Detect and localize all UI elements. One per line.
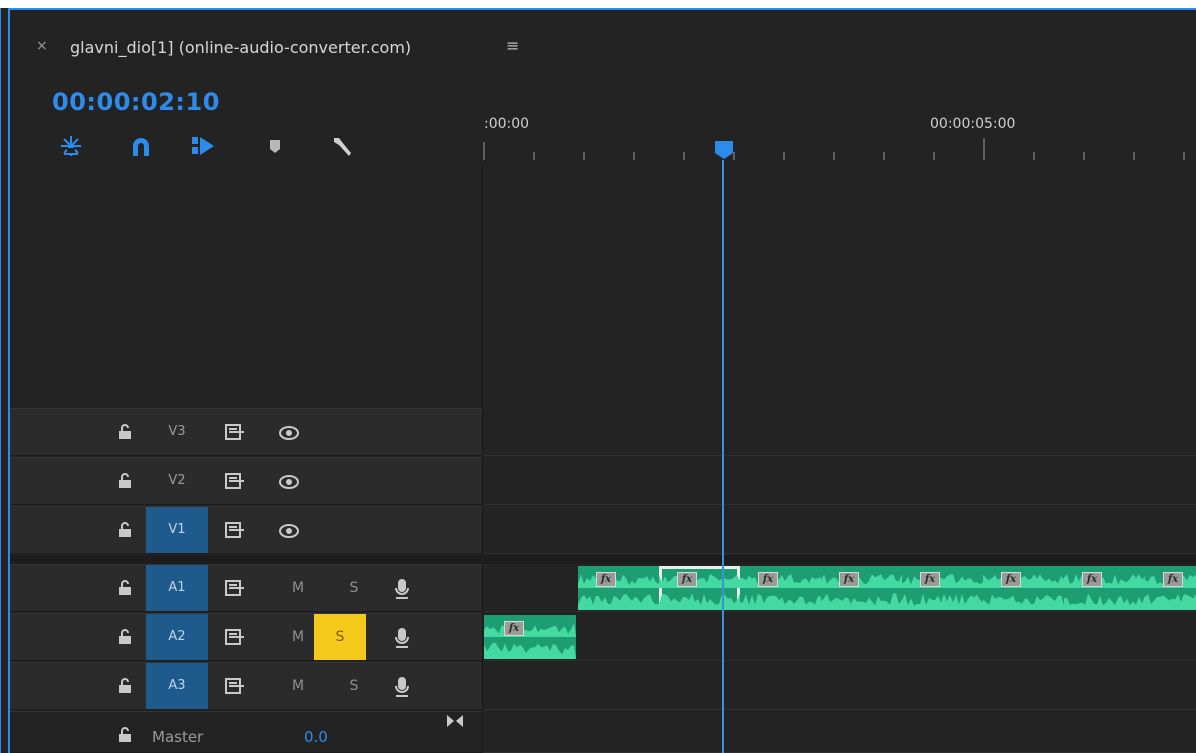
- track-label-a1[interactable]: A1: [146, 565, 208, 611]
- audio-clip-a1[interactable]: fx: [902, 566, 983, 610]
- audio-waveform: [484, 623, 576, 659]
- track-header-master[interactable]: [10, 711, 482, 753]
- track-header-v1[interactable]: V1: [10, 506, 482, 554]
- nest-sequence-icon[interactable]: [58, 134, 84, 158]
- track-header-empty-area: [10, 166, 482, 408]
- track-header-a1[interactable]: A1 M S: [10, 564, 482, 612]
- lock-track-icon[interactable]: [118, 629, 132, 645]
- panel-focus-border-top: [8, 8, 1196, 10]
- panel-menu-icon[interactable]: ≡: [506, 36, 519, 55]
- track-lane-a3[interactable]: [483, 662, 1196, 710]
- audio-waveform: [983, 574, 1064, 610]
- track-header-a3[interactable]: A3 M S: [10, 662, 482, 710]
- sequence-tab-title[interactable]: glavni_dio[1] (online-audio-converter.co…: [70, 38, 411, 57]
- solo-button-a1[interactable]: S: [328, 565, 380, 611]
- audio-waveform: [1064, 574, 1145, 610]
- master-volume-value[interactable]: 0.0: [304, 728, 328, 746]
- track-label-v1[interactable]: V1: [146, 507, 208, 553]
- wrench-icon[interactable]: [330, 134, 356, 158]
- solo-button-a3[interactable]: S: [328, 663, 380, 709]
- audio-clip-a1[interactable]: fx: [659, 566, 740, 610]
- playhead-handle[interactable]: [714, 140, 734, 160]
- audio-waveform: [821, 574, 902, 610]
- track-label-a2[interactable]: A2: [146, 614, 208, 660]
- audio-clip-a1[interactable]: fx: [1064, 566, 1145, 610]
- microphone-icon[interactable]: [395, 627, 409, 649]
- fx-badge[interactable]: fx: [1082, 572, 1102, 587]
- fx-badge[interactable]: fx: [596, 572, 616, 587]
- audio-clip-a2[interactable]: fx: [484, 615, 576, 659]
- master-track-label: Master: [152, 728, 204, 746]
- eye-icon[interactable]: [278, 425, 300, 441]
- snap-magnet-icon[interactable]: [128, 134, 154, 158]
- mute-button-a1[interactable]: M: [272, 565, 324, 611]
- audio-waveform: [659, 574, 740, 610]
- time-ruler[interactable]: :00:00 00:00:05:00: [482, 108, 1196, 166]
- track-lane-master[interactable]: [483, 711, 1196, 753]
- microphone-icon[interactable]: [395, 578, 409, 600]
- close-tab-button[interactable]: ×: [36, 38, 48, 54]
- audio-clip-a1[interactable]: fx: [1145, 566, 1196, 610]
- ruler-ticks: [483, 138, 1185, 160]
- sync-lock-icon[interactable]: [224, 579, 246, 597]
- audio-waveform: [902, 574, 983, 610]
- fx-badge[interactable]: fx: [1001, 572, 1021, 587]
- eye-icon[interactable]: [278, 523, 300, 539]
- sync-lock-icon[interactable]: [224, 677, 246, 695]
- fx-badge[interactable]: fx: [920, 572, 940, 587]
- video-audio-divider[interactable]: [10, 555, 1196, 564]
- lock-track-icon[interactable]: [118, 678, 132, 694]
- fx-badge[interactable]: fx: [504, 621, 524, 636]
- sync-lock-icon[interactable]: [224, 423, 246, 441]
- sync-lock-icon[interactable]: [224, 628, 246, 646]
- track-lane-a2[interactable]: [483, 613, 1196, 661]
- playhead-line[interactable]: [722, 160, 724, 753]
- audio-waveform: [578, 574, 659, 610]
- audio-clip-a1[interactable]: fx: [983, 566, 1064, 610]
- track-lane-v2[interactable]: [483, 457, 1196, 505]
- track-lane-v3[interactable]: [483, 408, 1196, 456]
- fx-badge[interactable]: fx: [677, 572, 697, 587]
- fx-badge[interactable]: fx: [1163, 572, 1183, 587]
- track-lane-v1[interactable]: [483, 506, 1196, 554]
- mute-button-a3[interactable]: M: [272, 663, 324, 709]
- fx-badge[interactable]: fx: [839, 572, 859, 587]
- window-top-edge: [0, 0, 1196, 8]
- track-header-v3[interactable]: V3: [10, 408, 482, 456]
- sync-lock-icon[interactable]: [224, 521, 246, 539]
- audio-mixer-icon[interactable]: [446, 714, 464, 728]
- lock-track-icon[interactable]: [118, 473, 132, 489]
- eye-icon[interactable]: [278, 474, 300, 490]
- sync-lock-icon[interactable]: [224, 472, 246, 490]
- lock-track-icon[interactable]: [118, 424, 132, 440]
- microphone-icon[interactable]: [395, 676, 409, 698]
- track-label-v2[interactable]: V2: [146, 458, 208, 504]
- add-marker-icon[interactable]: [262, 134, 288, 158]
- track-header-a2[interactable]: A2 M S: [10, 613, 482, 661]
- solo-button-a2[interactable]: S: [314, 614, 366, 660]
- track-label-a3[interactable]: A3: [146, 663, 208, 709]
- playhead-timecode[interactable]: 00:00:02:10: [52, 88, 220, 116]
- audio-clip-a1[interactable]: fx: [821, 566, 902, 610]
- fx-badge[interactable]: fx: [758, 572, 778, 587]
- audio-clip-a1[interactable]: fx: [740, 566, 821, 610]
- lock-track-icon[interactable]: [118, 522, 132, 538]
- audio-waveform: [740, 574, 821, 610]
- audio-clip-a1[interactable]: fx: [578, 566, 659, 610]
- track-header-v2[interactable]: V2: [10, 457, 482, 505]
- linked-selection-icon[interactable]: [190, 134, 216, 158]
- lock-track-icon[interactable]: [118, 727, 132, 743]
- track-label-v3[interactable]: V3: [146, 409, 208, 455]
- lock-track-icon[interactable]: [118, 580, 132, 596]
